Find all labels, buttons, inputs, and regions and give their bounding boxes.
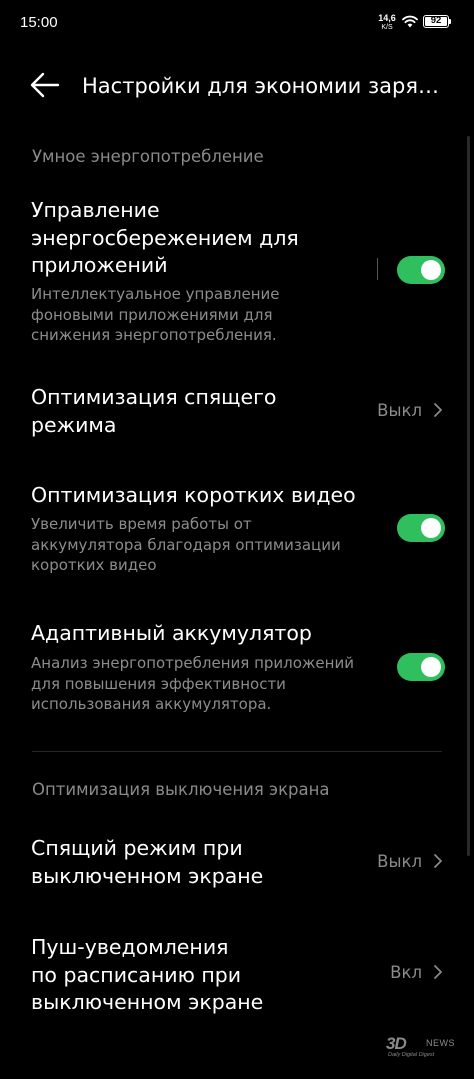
toggle-knob [421,260,441,280]
chevron-right-icon [434,403,442,417]
battery-icon: 92 [423,15,449,28]
separator-line [377,258,378,280]
setting-title-line: приложений [31,253,168,277]
network-speed: 14,6 K/S [376,14,398,32]
setting-title: Оптимизация спящего режима [31,384,276,439]
battery-level: 92 [430,15,442,26]
setting-description: Анализ энергопотребления приложений для … [31,653,354,715]
status-bar: 15:00 14,6 K/S 92 [0,0,474,46]
setting-description: Увеличить время работы от аккумулятора б… [31,514,341,576]
setting-title: Управление энергосбережением для приложе… [31,197,299,280]
page-header: Настройки для экономии заря… [0,60,474,112]
network-speed-unit: K/S [381,24,393,31]
setting-description-line: аккумулятора благодаря оптимизации [31,535,341,554]
setting-title-line: Управление [31,198,160,222]
watermark-tagline: Daily Digital Digest [388,1052,435,1058]
adaptive-battery-toggle[interactable] [397,653,445,681]
chevron-right-icon [434,965,442,979]
setting-description-line: для повышения эффективности [31,674,286,693]
chevron-right-icon [434,854,442,868]
network-speed-value: 14,6 [378,13,396,23]
setting-value: Выкл [377,852,422,871]
app-power-management-toggle[interactable] [397,256,445,284]
3dnews-watermark-logo: 3D NEWS Daily Digital Digest [386,1034,462,1058]
setting-title: Пуш-уведомления по расписанию при выключ… [31,934,263,1017]
setting-title: Спящий режим при выключенном экране [31,835,263,890]
setting-value: Выкл [377,401,422,420]
setting-description-line: использования аккумулятора. [31,695,272,713]
arrow-left-icon[interactable] [30,72,60,98]
setting-description-line: коротких видео [31,556,157,574]
setting-title-line: режима [31,412,117,437]
watermark-brand: 3D [386,1034,407,1053]
setting-value: Вкл [390,963,422,982]
toggle-knob [421,657,441,677]
setting-title-line: по расписанию при [31,962,242,987]
setting-title-line: Адаптивный аккумулятор [31,621,312,645]
setting-title-line: Оптимизация спящего [31,385,277,409]
short-video-optimization-toggle[interactable] [397,514,445,542]
setting-description-line: снижения энергопотребления. [31,326,277,344]
setting-description-line: Интеллектуальное управление [31,285,280,303]
toggle-knob [421,518,441,538]
setting-description-line: Анализ энергопотребления приложений [31,654,354,672]
page-title: Настройки для экономии заря… [82,74,439,98]
battery-nub [449,19,451,24]
status-time: 15:00 [20,14,58,31]
setting-description-line: Увеличить время работы от [31,515,252,533]
setting-title: Адаптивный аккумулятор [31,620,312,648]
setting-title-line: выключенном экране [31,863,264,888]
setting-description-line: фоновыми приложениями для [31,305,273,324]
setting-description: Интеллектуальное управление фоновыми при… [31,284,280,346]
wifi-icon [402,15,418,28]
section-divider [32,751,442,752]
watermark-news: NEWS [426,1038,455,1048]
setting-title-line: энергосбережением для [31,225,299,250]
setting-title-line: выключенном экране [31,990,264,1014]
scrollbar[interactable] [467,136,470,856]
setting-title-line: Пуш-уведомления [31,935,229,959]
section-label-smart-power: Умное энергопотребление [32,147,264,166]
setting-title-line: Спящий режим при [31,836,243,860]
setting-title-line: Оптимизация коротких видео [31,483,356,507]
section-label-screen-off: Оптимизация выключения экрана [32,780,330,799]
setting-title: Оптимизация коротких видео [31,482,356,510]
